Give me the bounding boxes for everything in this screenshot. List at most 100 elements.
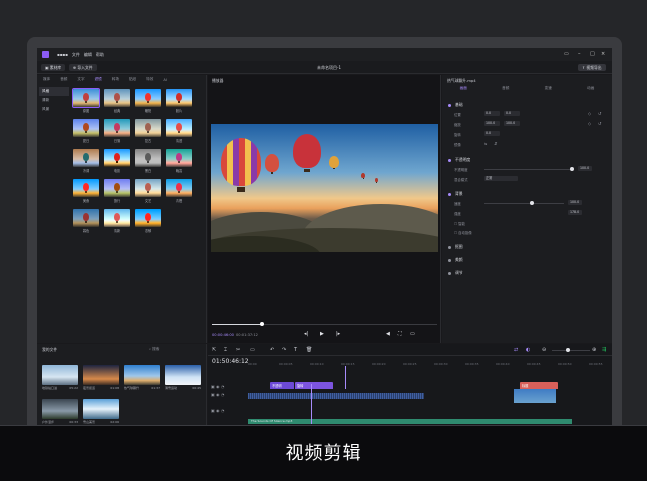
reset-icon[interactable]: ↺	[598, 111, 601, 116]
media-item[interactable]: 热气球飘升 01:37	[124, 365, 160, 390]
opacity-slider[interactable]	[484, 167, 574, 171]
tab-effects[interactable]: 特效	[146, 77, 153, 82]
audio-clip[interactable]: The Sounds Of Silence.mp3	[248, 419, 572, 424]
tab-filter[interactable]: 滤镜	[95, 77, 102, 82]
step-back-icon[interactable]: ◂|	[304, 331, 308, 337]
media-item[interactable]: 滑雪运动 00:45	[165, 365, 201, 390]
filter-tile[interactable]: 浓郁	[135, 209, 161, 233]
magnet-icon[interactable]: ◐	[526, 347, 530, 353]
redo-icon[interactable]: ↷	[282, 347, 286, 353]
filter-tile[interactable]: 夏日	[73, 119, 99, 143]
zoom-slider[interactable]	[552, 348, 590, 352]
step-forward-icon[interactable]: |▸	[336, 331, 340, 337]
filter-tile[interactable]: 日落	[104, 119, 130, 143]
fullscreen-icon[interactable]: ⛶	[398, 331, 402, 337]
image-clip[interactable]	[514, 389, 556, 403]
blend-mode-select[interactable]: 正常	[484, 176, 518, 181]
menu-edit[interactable]: 编辑	[84, 52, 92, 58]
position-x-input[interactable]: 0.0	[484, 111, 500, 116]
maximize-icon[interactable]: □	[590, 51, 595, 57]
opacity-slider-handle[interactable]	[570, 167, 574, 171]
seek-handle[interactable]	[260, 322, 264, 326]
tab-speed[interactable]: 变速	[545, 86, 552, 91]
filter-tile[interactable]: 晚霞	[166, 149, 192, 173]
time-ruler[interactable]: 00:00 00:00:05 00:00:10 00:00:15 00:00:20 00:…	[248, 362, 612, 368]
keyframe-icon[interactable]: ◇	[588, 121, 591, 126]
undo-icon[interactable]: ↶	[270, 347, 274, 353]
filter-tile[interactable]: 经典	[104, 89, 130, 113]
tab-picture[interactable]: 画面	[460, 86, 467, 91]
media-item[interactable]: 雪山美景 02:06	[83, 399, 119, 424]
cut-icon[interactable]: ✂	[236, 347, 240, 353]
text-icon[interactable]: T	[294, 347, 297, 353]
filter-tile[interactable]: 暖阳	[135, 89, 161, 113]
filter-tile[interactable]: 冷调	[73, 149, 99, 173]
section-basic[interactable]: 基础	[448, 102, 463, 108]
tab-media[interactable]: 媒体	[43, 77, 50, 82]
speed-slider[interactable]	[484, 201, 564, 205]
fit-icon[interactable]: ⇶	[602, 347, 606, 353]
minimize-icon[interactable]: –	[578, 51, 581, 57]
menu-help[interactable]: 帮助	[96, 52, 104, 58]
filter-tile[interactable]: 文艺	[135, 179, 161, 203]
filter-tile[interactable]: 黑白	[135, 149, 161, 173]
category-style[interactable]: 风格	[39, 87, 69, 96]
checkbox-smart[interactable]: ☐ 智能	[454, 221, 465, 226]
select-tool-icon[interactable]: ⇱	[212, 347, 216, 353]
filter-tile[interactable]: 原图	[72, 88, 100, 113]
filter-tile[interactable]: 清透	[166, 119, 192, 143]
filter-tile[interactable]: 暮色	[73, 209, 99, 233]
tab-transition[interactable]: 转场	[112, 77, 119, 82]
menu-file[interactable]: 文件	[72, 52, 80, 58]
scale-h-input[interactable]: 100.0	[504, 121, 520, 126]
play-icon[interactable]: ▶	[320, 331, 324, 337]
video-preview[interactable]	[211, 124, 438, 252]
flip-horizontal-icon[interactable]: ⇋	[484, 141, 487, 146]
import-button[interactable]: ⊕ 导入文件	[69, 64, 97, 71]
ratio-icon[interactable]: ▭	[410, 331, 415, 337]
scale-w-input[interactable]: 100.0	[484, 121, 500, 126]
tab-audio[interactable]: 音频	[60, 77, 67, 82]
filter-tile[interactable]: 青橙	[166, 179, 192, 203]
media-search[interactable]: ⌕ 搜索	[149, 347, 159, 352]
speed-slider-handle[interactable]	[530, 201, 534, 205]
snap-icon[interactable]: ⇄	[514, 347, 518, 353]
speed-input[interactable]: 100.0	[568, 200, 582, 205]
tab-text[interactable]: 文字	[77, 77, 84, 82]
filter-tile[interactable]: 复古	[135, 119, 161, 143]
section-adjust[interactable]: 调节	[448, 270, 463, 276]
close-icon[interactable]: ×	[601, 51, 605, 57]
volume-icon[interactable]: ◀	[386, 331, 390, 337]
media-library-button[interactable]: ▣ 素材库	[41, 64, 66, 71]
opacity-input[interactable]: 100.0	[578, 166, 592, 171]
media-item[interactable]: 夜景街道 01:08	[83, 365, 119, 390]
track-visibility-icon[interactable]: ▣ ◉ ◔	[211, 392, 224, 397]
tab-animation[interactable]: 动画	[587, 86, 594, 91]
zoom-slider-handle[interactable]	[566, 348, 570, 352]
track-visibility-icon[interactable]: ▣ ◉ ◔	[211, 408, 224, 413]
filter-tile[interactable]: 美食	[73, 179, 99, 203]
flip-vertical-icon[interactable]: ⇵	[494, 141, 497, 146]
reset-icon[interactable]: ↺	[598, 121, 601, 126]
tab-sticker[interactable]: 贴纸	[129, 77, 136, 82]
filter-tile[interactable]: 清新	[104, 209, 130, 233]
section-background[interactable]: 背景	[448, 191, 463, 197]
section-beauty[interactable]: 美颜	[448, 257, 463, 263]
trash-icon[interactable]: 🗑	[306, 347, 312, 353]
audio-waveform[interactable]	[248, 393, 424, 399]
playhead-line[interactable]	[311, 384, 312, 424]
filter-tile[interactable]: 电影	[104, 149, 130, 173]
tab-ai[interactable]: AI	[163, 78, 167, 82]
delete-icon[interactable]: ▭	[250, 347, 255, 353]
category-scenery[interactable]: 风景	[39, 105, 69, 114]
split-icon[interactable]: ⌶	[224, 347, 227, 353]
tab-audio-prop[interactable]: 音频	[502, 86, 509, 91]
keyframe-icon[interactable]: ◇	[588, 111, 591, 116]
intensity-input[interactable]: 178.0	[568, 210, 582, 215]
export-button[interactable]: ⇪ 视频导出	[578, 64, 606, 71]
zoom-out-icon[interactable]: ⊖	[542, 347, 546, 353]
filter-tile[interactable]: 旅行	[104, 179, 130, 203]
section-keying[interactable]: 抠图	[448, 244, 463, 250]
rotate-input[interactable]: 0.0	[484, 131, 500, 136]
section-opacity[interactable]: 不透明度	[448, 157, 470, 163]
